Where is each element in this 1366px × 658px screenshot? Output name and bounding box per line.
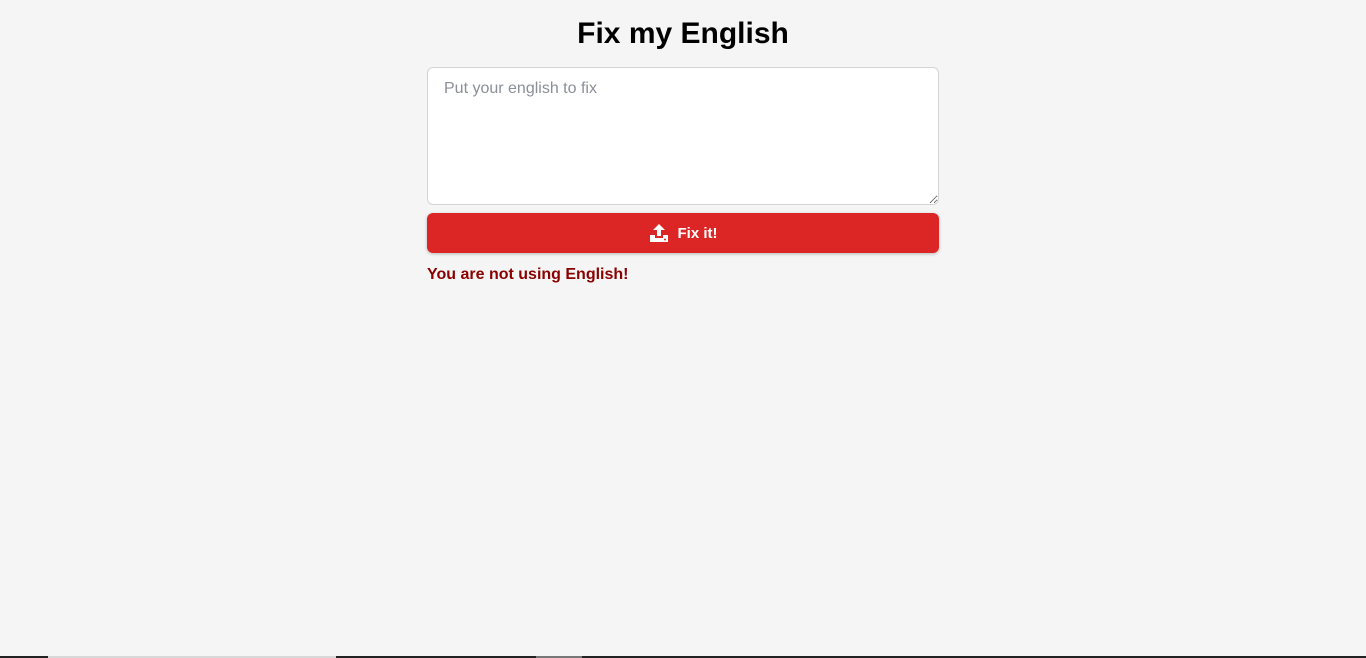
app-page: Fix my English Fix it! You are not using… — [0, 0, 1366, 658]
upload-icon — [649, 223, 669, 243]
page-title: Fix my English — [577, 17, 789, 50]
fix-it-button[interactable]: Fix it! — [427, 213, 939, 253]
english-input[interactable] — [427, 67, 939, 205]
fix-form: Fix it! You are not using English! — [427, 67, 939, 285]
fix-it-label: Fix it! — [677, 224, 718, 242]
error-message: You are not using English! — [427, 266, 629, 283]
